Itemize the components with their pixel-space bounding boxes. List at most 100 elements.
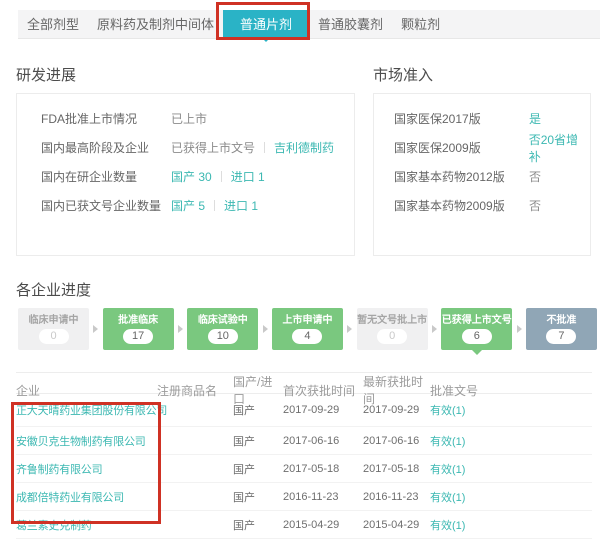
stage-label: 临床试验中 [187,308,258,326]
origin-cell: 国产 [233,517,283,533]
license-link[interactable]: 有效(1) [430,433,592,449]
info-values: 已上市 [171,110,207,127]
stage-box[interactable]: 上市申请中 4 [272,308,343,350]
stage-label: 批准临床 [103,308,174,326]
value-link[interactable]: 国产 30 [171,170,212,184]
info-row: FDA批准上市情况已上市 [17,104,354,133]
stage-box[interactable]: 不批准 7 [526,308,597,350]
stage-count-badge: 4 [292,329,322,344]
company-link[interactable]: 成都倍特药业有限公司 [16,489,157,505]
stage-box[interactable]: 已获得上市文号 6 [441,308,512,350]
stage-box[interactable]: 临床试验中 10 [187,308,258,350]
info-values: 国产 30 进口 1 [171,168,265,185]
arrow-right-icon [93,325,98,333]
info-label: 国内在研企业数量 [41,168,171,185]
first-approval-date-cell: 2017-06-16 [283,435,363,447]
info-values: 否 [529,197,541,214]
value-link[interactable]: 是 [529,112,541,126]
value-link[interactable]: 国产 5 [171,199,205,213]
stage-label: 已获得上市文号 [441,308,512,326]
rnd-progress-title: 研发进展 [16,64,76,85]
tab-item[interactable]: 原料药及制剂中间体 [88,10,223,38]
table-header-cell: 最新获批时间 [363,373,430,407]
license-link[interactable]: 有效(1) [430,489,592,505]
tab-bar: 全部剂型原料药及制剂中间体普通片剂普通胶囊剂颗粒剂 [18,10,600,39]
stage-label: 暂无文号批上市 [357,308,428,326]
origin-cell: 国产 [233,461,283,477]
origin-cell: 国产 [233,402,283,418]
info-label: FDA批准上市情况 [41,110,171,127]
table-header-cell: 首次获批时间 [283,382,363,399]
info-label: 国家基本药物2009版 [394,197,529,214]
stage-label: 上市申请中 [272,308,343,326]
value-link[interactable]: 进口 1 [224,199,258,213]
stage-label: 不批准 [526,308,597,326]
tab-item[interactable]: 普通胶囊剂 [309,10,392,38]
stage-count-badge: 7 [546,329,576,344]
info-values: 已获得上市文号吉利德制药 [171,139,334,156]
value-separator [264,142,265,153]
company-link[interactable]: 安徽贝克生物制药有限公司 [16,433,157,449]
origin-cell: 国产 [233,489,283,505]
arrow-right-icon [263,325,268,333]
info-label: 国家医保2017版 [394,110,529,127]
license-link[interactable]: 有效(1) [430,517,592,533]
table-row: 齐鲁制药有限公司国产2017-05-182017-05-18有效(1) [16,455,592,483]
market-access-panel: 国家医保2017版是国家医保2009版否20省增补国家基本药物2012版否国家基… [373,93,591,256]
tab-item[interactable]: 全部剂型 [18,10,88,38]
info-row: 国家医保2017版是 [374,104,590,133]
first-approval-date-cell: 2016-11-23 [283,491,363,503]
stage-count-badge: 6 [462,329,492,344]
license-link[interactable]: 有效(1) [430,402,592,418]
stage-label: 临床申请中 [18,308,89,326]
arrow-right-icon [178,325,183,333]
value-text: 否 [529,199,541,213]
stage-count-badge: 10 [208,329,238,344]
table-row: 葛兰素史克制药国产2015-04-292015-04-29有效(1) [16,511,592,539]
company-link[interactable]: 齐鲁制药有限公司 [16,461,157,477]
table-row: 安徽贝克生物制药有限公司国产2017-06-162017-06-16有效(1) [16,427,592,455]
info-values: 否20省增补 [529,131,590,165]
latest-approval-date-cell: 2017-05-18 [363,463,430,475]
value-link[interactable]: 进口 1 [231,170,265,184]
company-link[interactable]: 葛兰素史克制药 [16,517,157,533]
stage-count-badge: 0 [39,329,69,344]
latest-approval-date-cell: 2017-06-16 [363,435,430,447]
tab-item[interactable]: 颗粒剂 [392,10,449,38]
first-approval-date-cell: 2017-05-18 [283,463,363,475]
stage-flow: 临床申请中 0 批准临床17 临床试验中 10 上市申请中 4 暂无文号批上市 0 已获得上市文号… [18,308,597,350]
stage-box[interactable]: 批准临床17 [103,308,174,350]
value-separator [214,200,215,211]
value-text: 否 [529,170,541,184]
info-label: 国内最高阶段及企业 [41,139,171,156]
info-values: 国产 5 进口 1 [171,197,258,214]
info-row: 国内已获文号企业数量国产 5 进口 1 [17,191,354,220]
info-row: 国家基本药物2009版否 [374,191,590,220]
market-access-title: 市场准入 [373,64,433,85]
info-values: 是 [529,110,541,127]
stage-box[interactable]: 暂无文号批上市 0 [357,308,428,350]
table-row: 正大天晴药业集团股份有限公司国产2017-09-292017-09-29有效(1… [16,394,592,427]
table-header-cell: 注册商品名 [157,382,233,399]
info-row: 国家医保2009版否20省增补 [374,133,590,162]
table-header-row: 企业注册商品名国产/进口首次获批时间最新获批时间批准文号 [16,373,592,394]
info-row: 国内在研企业数量国产 30 进口 1 [17,162,354,191]
company-link[interactable]: 正大天晴药业集团股份有限公司 [16,402,157,418]
table-row: 成都倍特药业有限公司国产2016-11-232016-11-23有效(1) [16,483,592,511]
stage-count-badge: 0 [377,329,407,344]
value-link[interactable]: 否20省增补 [529,133,578,164]
license-link[interactable]: 有效(1) [430,461,592,477]
arrow-right-icon [347,325,352,333]
latest-approval-date-cell: 2017-09-29 [363,404,430,416]
origin-cell: 国产 [233,433,283,449]
info-label: 国内已获文号企业数量 [41,197,171,214]
table-header-cell: 企业 [16,382,157,399]
value-link[interactable]: 吉利德制药 [274,141,334,155]
latest-approval-date-cell: 2016-11-23 [363,491,430,503]
info-label: 国家基本药物2012版 [394,168,529,185]
table-header-cell: 批准文号 [430,382,592,399]
arrow-right-icon [517,325,522,333]
first-approval-date-cell: 2017-09-29 [283,404,363,416]
tab-item-active[interactable]: 普通片剂 [223,10,309,38]
stage-box[interactable]: 临床申请中 0 [18,308,89,350]
